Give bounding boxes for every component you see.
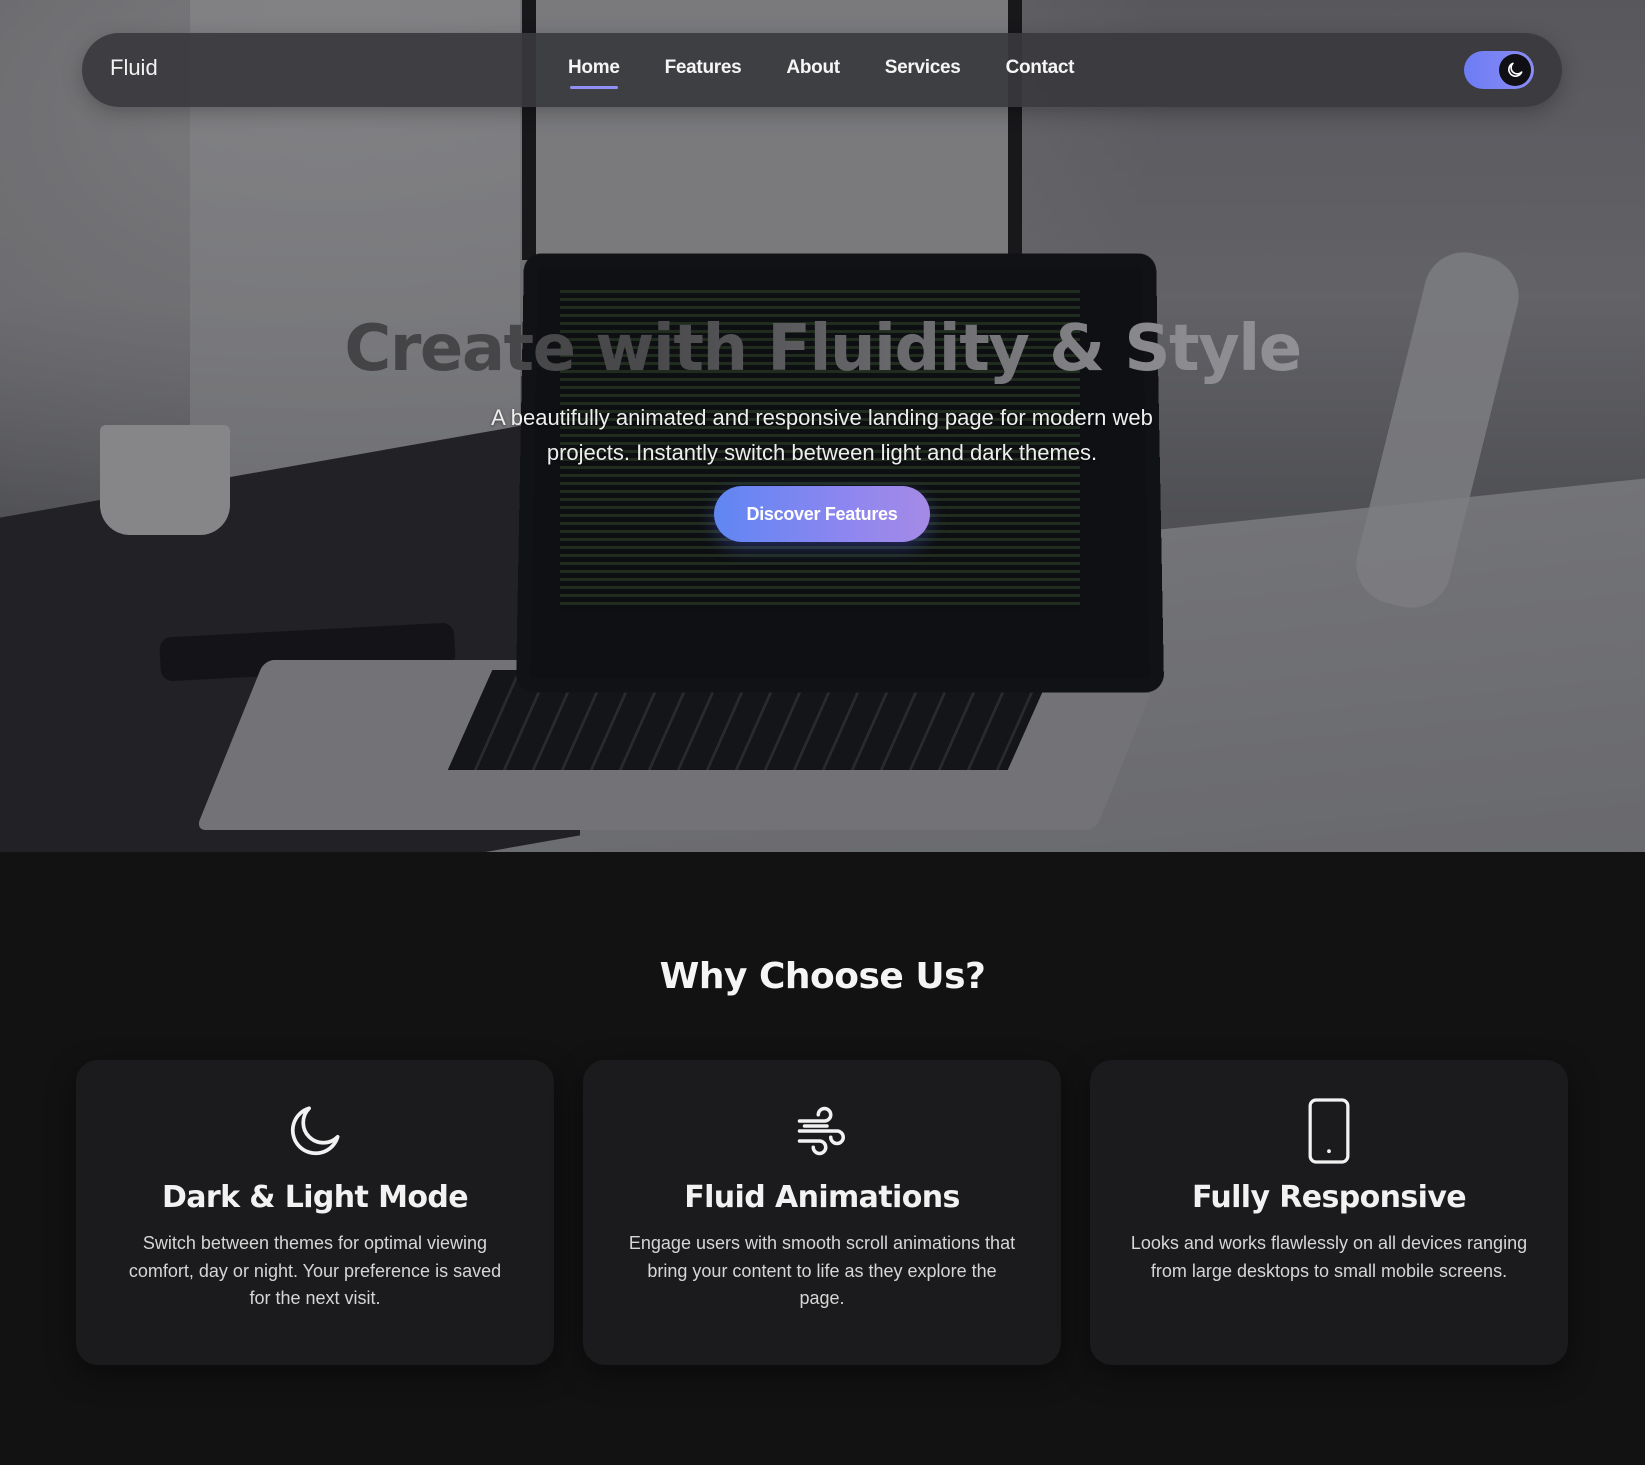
nav-link-home[interactable]: Home: [568, 57, 620, 89]
card-text: Looks and works flawlessly on all device…: [1130, 1233, 1528, 1281]
card-text: Switch between themes for optimal viewin…: [128, 1233, 502, 1308]
nav-link-about[interactable]: About: [786, 57, 840, 79]
features-title: Why Choose Us?: [659, 956, 986, 997]
theme-toggle-knob: [1499, 54, 1531, 86]
nav-link-contact[interactable]: Contact: [1006, 57, 1075, 79]
brand-logo[interactable]: Fluid: [110, 55, 158, 81]
feature-card-responsive: Fully Responsive Looks and works flawles…: [1090, 1060, 1568, 1365]
hero-section: Create with Fluidity & Style A beautiful…: [0, 0, 1645, 852]
moon-icon: [290, 1106, 340, 1156]
hero-subtitle: A beautifully animated and responsive la…: [491, 405, 1153, 465]
moon-icon: [1508, 62, 1523, 77]
hero-title: Create with Fluidity & Style: [0, 312, 1645, 386]
nav-links: Home Features About Services Contact: [568, 57, 1119, 89]
card-text: Engage users with smooth scroll animatio…: [628, 1233, 1016, 1308]
discover-features-button[interactable]: Discover Features: [714, 486, 930, 542]
feature-card-dark-light: Dark & Light Mode Switch between themes …: [76, 1060, 554, 1365]
navbar: Fluid Home Features About Services Conta…: [82, 33, 1562, 107]
nav-link-services[interactable]: Services: [885, 57, 961, 79]
nav-link-features[interactable]: Features: [665, 57, 742, 79]
tablet-icon: [1308, 1098, 1350, 1164]
feature-card-animations: Fluid Animations Engage users with smoot…: [583, 1060, 1061, 1365]
card-title: Fluid Animations: [684, 1180, 960, 1215]
card-title: Dark & Light Mode: [161, 1180, 469, 1215]
wind-icon: [797, 1106, 845, 1156]
theme-toggle[interactable]: [1464, 51, 1534, 89]
card-title: Fully Responsive: [1191, 1180, 1467, 1215]
